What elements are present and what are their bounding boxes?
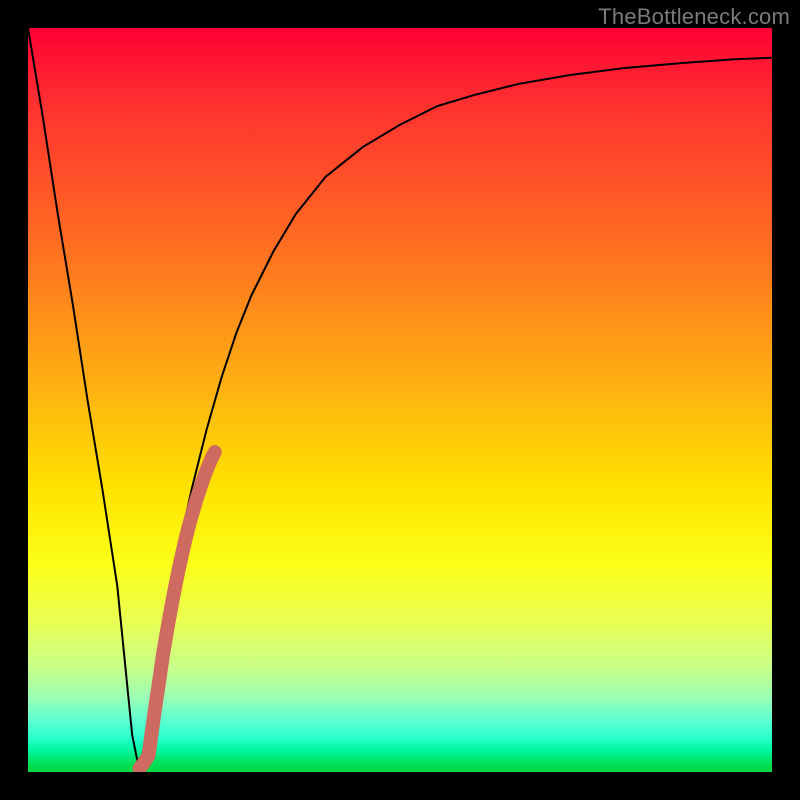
highlight-dot <box>142 749 155 762</box>
highlight-dot <box>148 706 161 719</box>
watermark-text: TheBottleneck.com <box>598 4 790 30</box>
bottleneck-curve <box>28 28 772 772</box>
plot-area <box>28 28 772 772</box>
chart-frame: TheBottleneck.com <box>0 0 800 800</box>
highlight-segment <box>140 452 215 768</box>
curve-layer <box>28 28 772 772</box>
